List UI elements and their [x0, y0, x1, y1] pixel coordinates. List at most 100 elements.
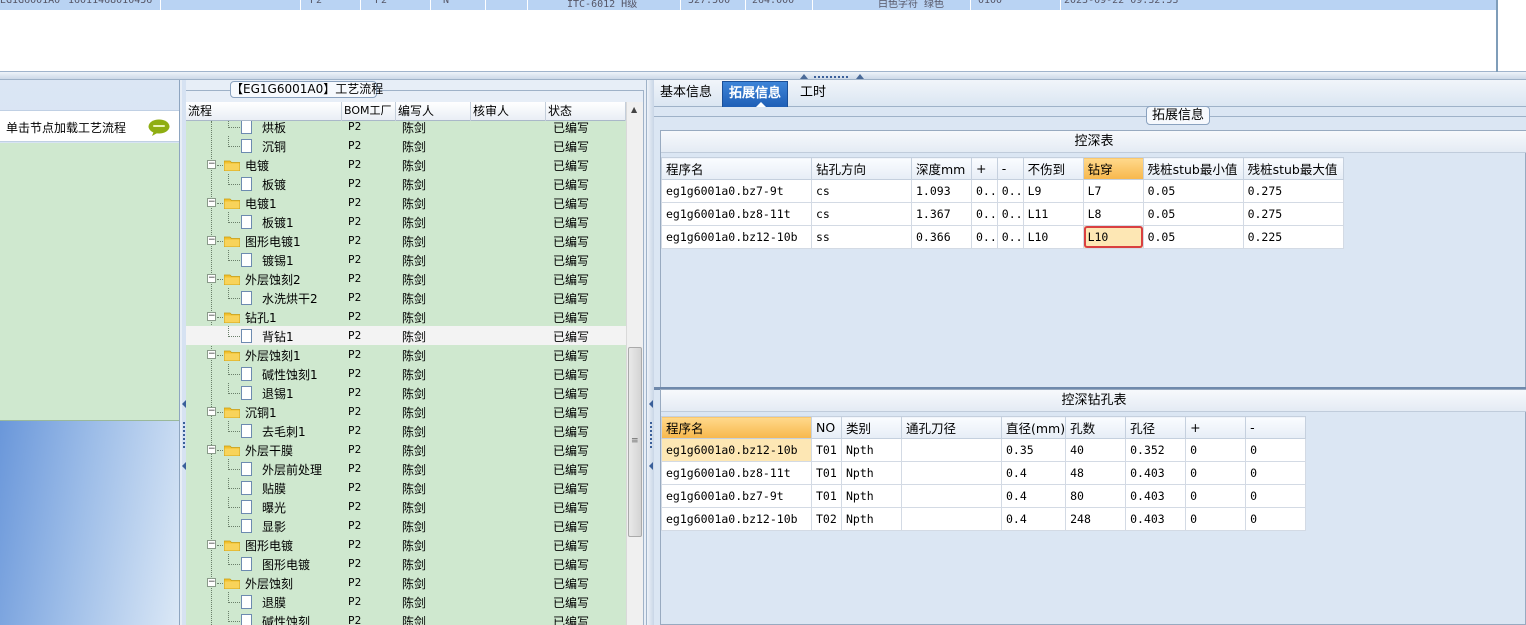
table-cell[interactable]: 0..: [971, 202, 998, 226]
tree-node-step[interactable]: 退锡1 P2 陈剑 已编写: [186, 383, 626, 402]
table-cell[interactable]: 0.225: [1242, 225, 1344, 249]
vertical-splitter[interactable]: [646, 80, 654, 625]
table-cell[interactable]: 0: [1185, 484, 1247, 508]
tree-node-step[interactable]: 外层前处理 P2 陈剑 已编写: [186, 459, 626, 478]
depth-table[interactable]: 程序名 钻孔方向 深度mm + - 不伤到 钻穿 残桩stub最小值 残桩stub最大值 eg1…: [661, 157, 1344, 249]
table-column-header[interactable]: 孔数: [1065, 416, 1127, 439]
table-cell[interactable]: 0.35: [1000, 438, 1067, 462]
tree-node-step[interactable]: 镀锡1 P2 陈剑 已编写: [186, 250, 626, 269]
collapse-icon[interactable]: −: [207, 160, 216, 169]
table-cell[interactable]: 48: [1065, 461, 1127, 485]
tree-node-step[interactable]: 水洗烘干2 P2 陈剑 已编写: [186, 288, 626, 307]
table-cell[interactable]: 0.403: [1125, 507, 1187, 531]
table-cell[interactable]: 0: [1245, 438, 1307, 462]
table-cell[interactable]: Npth: [841, 484, 902, 508]
horizontal-splitter[interactable]: [0, 72, 1526, 80]
table-cell[interactable]: 1.367: [911, 202, 972, 226]
table-cell[interactable]: cs: [811, 202, 912, 226]
table-cell[interactable]: 0.4: [1000, 484, 1067, 508]
table-cell[interactable]: L10: [1022, 225, 1084, 249]
table-cell[interactable]: [901, 484, 1002, 508]
table-cell[interactable]: eg1g6001a0.bz12-10b: [661, 507, 812, 531]
table-column-header[interactable]: 程序名: [661, 416, 812, 439]
tab-basic-info[interactable]: 基本信息: [654, 81, 718, 107]
table-cell[interactable]: 0: [1245, 507, 1307, 531]
table-column-header[interactable]: 通孔刀径: [901, 416, 1002, 439]
tree-node-process[interactable]: − 电镀 P2 陈剑 已编写: [186, 155, 626, 174]
table-cell[interactable]: L10: [1082, 225, 1144, 249]
table-row[interactable]: eg1g6001a0.bz8-11t T01 Npth 0.4 48 0.403 0 0: [661, 461, 1307, 485]
column-header-writer[interactable]: 编写人: [396, 102, 471, 121]
table-cell[interactable]: 0..: [971, 225, 998, 249]
table-cell[interactable]: 0.05: [1142, 202, 1244, 226]
table-column-header[interactable]: NO: [811, 416, 842, 439]
table-cell[interactable]: 0.275: [1242, 202, 1344, 226]
table-cell[interactable]: cs: [811, 179, 912, 203]
tree-node-step[interactable]: 退膜 P2 陈剑 已编写: [186, 592, 626, 611]
table-cell[interactable]: 0.352: [1125, 438, 1187, 462]
table-cell[interactable]: 0: [1185, 461, 1247, 485]
table-cell[interactable]: L8: [1082, 202, 1144, 226]
table-cell[interactable]: 0: [1185, 438, 1247, 462]
collapse-icon[interactable]: −: [207, 578, 216, 587]
table-cell[interactable]: eg1g6001a0.bz8-11t: [661, 202, 812, 226]
tree-node-step[interactable]: 板镀 P2 陈剑 已编写: [186, 174, 626, 193]
table-cell[interactable]: eg1g6001a0.bz12-10b: [661, 438, 812, 462]
collapse-icon[interactable]: −: [207, 407, 216, 416]
tree-node-process[interactable]: − 外层蚀刻 P2 陈剑 已编写: [186, 573, 626, 592]
collapse-icon[interactable]: −: [207, 198, 216, 207]
tree-node-process[interactable]: − 钻孔1 P2 陈剑 已编写: [186, 307, 626, 326]
table-cell[interactable]: [901, 507, 1002, 531]
table-cell[interactable]: 0: [1185, 507, 1247, 531]
tree-node-process[interactable]: − 外层蚀刻1 P2 陈剑 已编写: [186, 345, 626, 364]
tree-node-process[interactable]: − 外层蚀刻2 P2 陈剑 已编写: [186, 269, 626, 288]
top-grid-row[interactable]: EG1G6001A0 16011468010456 P2 P2 N ITC-6012 H级…: [0, 0, 1496, 10]
table-cell[interactable]: T01: [811, 461, 842, 485]
tree-node-step[interactable]: 板镀1 P2 陈剑 已编写: [186, 212, 626, 231]
table-cell[interactable]: 0..: [971, 179, 998, 203]
table-cell[interactable]: L7: [1082, 179, 1144, 203]
collapse-icon[interactable]: −: [207, 274, 216, 283]
table-cell[interactable]: eg1g6001a0.bz8-11t: [661, 461, 812, 485]
table-cell[interactable]: eg1g6001a0.bz7-9t: [661, 484, 812, 508]
scroll-thumb[interactable]: ≡: [628, 347, 642, 537]
table-column-header[interactable]: -: [996, 157, 1024, 180]
column-header-flow[interactable]: 流程: [186, 102, 342, 121]
table-cell[interactable]: [901, 438, 1002, 462]
table-cell[interactable]: ss: [811, 225, 912, 249]
column-header-status[interactable]: 状态: [546, 102, 626, 121]
table-cell[interactable]: L9: [1022, 179, 1084, 203]
collapse-icon[interactable]: −: [207, 350, 216, 359]
tree-node-step[interactable]: 碱性蚀刻 P2 陈剑 已编写: [186, 611, 626, 625]
table-row[interactable]: eg1g6001a0.bz8-11t cs 1.367 0.. 0.. L11 L8 0.05…: [661, 202, 1344, 226]
table-cell[interactable]: 0.403: [1125, 461, 1187, 485]
table-cell[interactable]: 0.366: [911, 225, 972, 249]
scroll-up-icon[interactable]: ▲: [631, 105, 637, 114]
tab-work-hours[interactable]: 工时: [794, 81, 832, 107]
table-cell[interactable]: 0.05: [1142, 225, 1244, 249]
table-row[interactable]: eg1g6001a0.bz7-9t T01 Npth 0.4 80 0.403 0 0: [661, 484, 1307, 508]
table-cell[interactable]: Npth: [841, 438, 902, 462]
table-cell[interactable]: 0.403: [1125, 484, 1187, 508]
table-cell[interactable]: T02: [811, 507, 842, 531]
table-cell[interactable]: 0.275: [1242, 179, 1344, 203]
table-column-header[interactable]: +: [971, 157, 998, 180]
tree-node-step[interactable]: 去毛刺1 P2 陈剑 已编写: [186, 421, 626, 440]
table-cell[interactable]: 0.05: [1142, 179, 1244, 203]
table-column-header[interactable]: 程序名: [661, 157, 812, 180]
table-cell[interactable]: eg1g6001a0.bz12-10b: [661, 225, 812, 249]
table-cell[interactable]: 80: [1065, 484, 1127, 508]
tree-node-process[interactable]: − 电镀1 P2 陈剑 已编写: [186, 193, 626, 212]
table-column-header[interactable]: 钻孔方向: [811, 157, 912, 180]
tree-node-process[interactable]: − 图形电镀1 P2 陈剑 已编写: [186, 231, 626, 250]
table-cell[interactable]: 40: [1065, 438, 1127, 462]
table-cell[interactable]: Npth: [841, 507, 902, 531]
table-cell[interactable]: T01: [811, 484, 842, 508]
table-cell[interactable]: [901, 461, 1002, 485]
table-cell[interactable]: 0..: [996, 225, 1024, 249]
tree-node-process[interactable]: − 外层干膜 P2 陈剑 已编写: [186, 440, 626, 459]
tab-extended-info[interactable]: 拓展信息: [722, 81, 789, 107]
tree-node-step[interactable]: 背钻1 P2 陈剑 已编写: [186, 326, 626, 345]
table-column-header[interactable]: 直径(mm): [1000, 416, 1067, 439]
tree-node-step[interactable]: 烘板 P2 陈剑 已编写: [186, 121, 626, 136]
